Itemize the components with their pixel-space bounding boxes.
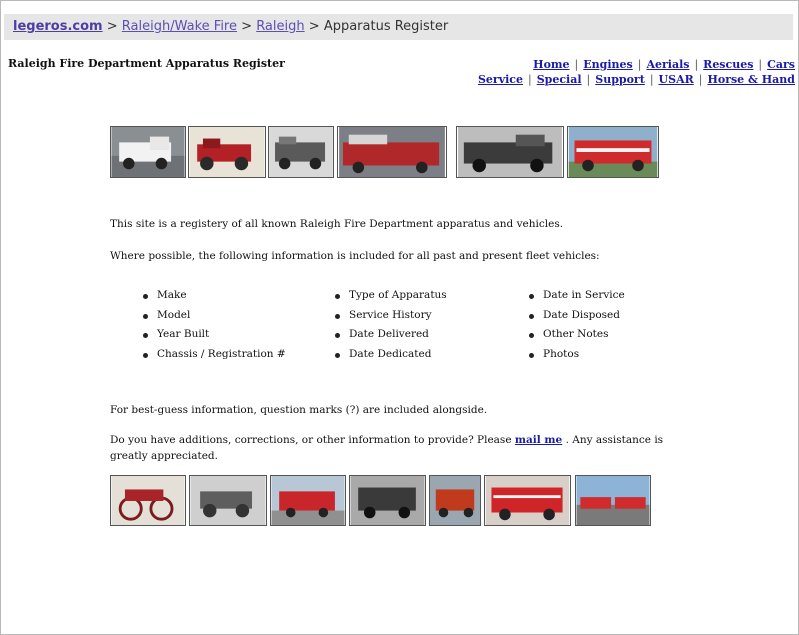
list-item: Date in Service	[529, 286, 625, 306]
list-item: Photos	[529, 345, 625, 365]
nav-divider: |	[586, 73, 591, 86]
breadcrumb-city-link[interactable]: Raleigh	[256, 19, 304, 34]
nav-link-rescues[interactable]: Rescues	[703, 58, 753, 71]
list-item: Model	[143, 306, 286, 326]
fields-column-2: Type of Apparatus Service History Date D…	[335, 286, 447, 365]
nav-link-engines[interactable]: Engines	[583, 58, 632, 71]
page-title: Raleigh Fire Department Apparatus Regist…	[8, 57, 285, 70]
list-item: Type of Apparatus	[335, 286, 447, 306]
list-item: Service History	[335, 306, 447, 326]
breadcrumb-current: Apparatus Register	[323, 19, 449, 34]
info-intro-text: Where possible, the following informatio…	[110, 250, 600, 262]
breadcrumb-dept-link[interactable]: Raleigh/Wake Fire	[122, 19, 237, 34]
breadcrumb-separator: >	[308, 19, 320, 34]
mail-me-link[interactable]: mail me	[515, 434, 562, 446]
fire-truck-photo	[349, 475, 426, 526]
nav-row-2: Service | Special | Support | USAR | Horse & Han…	[478, 72, 795, 87]
nav-link-cars[interactable]: Cars	[767, 58, 795, 71]
breadcrumb-separator: >	[106, 19, 118, 34]
nav-row-1: Home | Engines | Aerials | Rescues | Cars	[478, 57, 795, 72]
list-item: Chassis / Registration #	[143, 345, 286, 365]
fire-truck-photo	[575, 475, 651, 526]
top-navigation: Home | Engines | Aerials | Rescues | Cars Servic…	[478, 57, 795, 87]
fire-truck-photo	[567, 126, 659, 178]
nav-link-special[interactable]: Special	[537, 73, 582, 86]
fire-truck-photo	[110, 475, 186, 526]
nav-link-aerials[interactable]: Aerials	[646, 58, 689, 71]
nav-link-support[interactable]: Support	[595, 73, 645, 86]
list-item: Year Built	[143, 325, 286, 345]
list-item: Date Dedicated	[335, 345, 447, 365]
contact-text-before: Do you have additions, corrections, or o…	[110, 434, 512, 446]
nav-divider: |	[694, 58, 699, 71]
list-item: Make	[143, 286, 286, 306]
fire-truck-photo	[189, 475, 267, 526]
nav-divider: |	[528, 73, 532, 86]
breadcrumb: legeros.com > Raleigh/Wake Fire > Raleig…	[4, 14, 793, 40]
fire-truck-photo	[268, 126, 334, 178]
list-item: Date Delivered	[335, 325, 447, 345]
fields-column-1: Make Model Year Built Chassis / Registra…	[143, 286, 286, 365]
fire-truck-photo	[456, 126, 564, 178]
fields-column-3: Date in Service Date Disposed Other Note…	[529, 286, 625, 365]
nav-link-usar[interactable]: USAR	[659, 73, 694, 86]
fire-truck-photo	[188, 126, 266, 178]
breadcrumb-home-link[interactable]: legeros.com	[13, 19, 103, 34]
intro-text: This site is a registery of all known Ra…	[110, 218, 564, 230]
nav-divider: |	[758, 58, 763, 71]
nav-divider: |	[698, 73, 703, 86]
fire-truck-photo	[484, 475, 571, 526]
fire-truck-photo	[270, 475, 346, 526]
fire-truck-photo	[429, 475, 481, 526]
nav-link-horse-hand[interactable]: Horse & Hand	[707, 73, 795, 86]
contact-text: Do you have additions, corrections, or o…	[110, 432, 700, 464]
breadcrumb-separator: >	[241, 19, 253, 34]
nav-link-service[interactable]: Service	[478, 73, 523, 86]
best-guess-text: For best-guess information, question mar…	[110, 404, 488, 416]
list-item: Other Notes	[529, 325, 625, 345]
nav-divider: |	[649, 73, 654, 86]
nav-link-home[interactable]: Home	[533, 58, 569, 71]
nav-divider: |	[574, 58, 579, 71]
nav-divider: |	[637, 58, 642, 71]
fire-truck-photo	[110, 126, 186, 178]
list-item: Date Disposed	[529, 306, 625, 326]
fire-truck-photo	[337, 126, 447, 178]
